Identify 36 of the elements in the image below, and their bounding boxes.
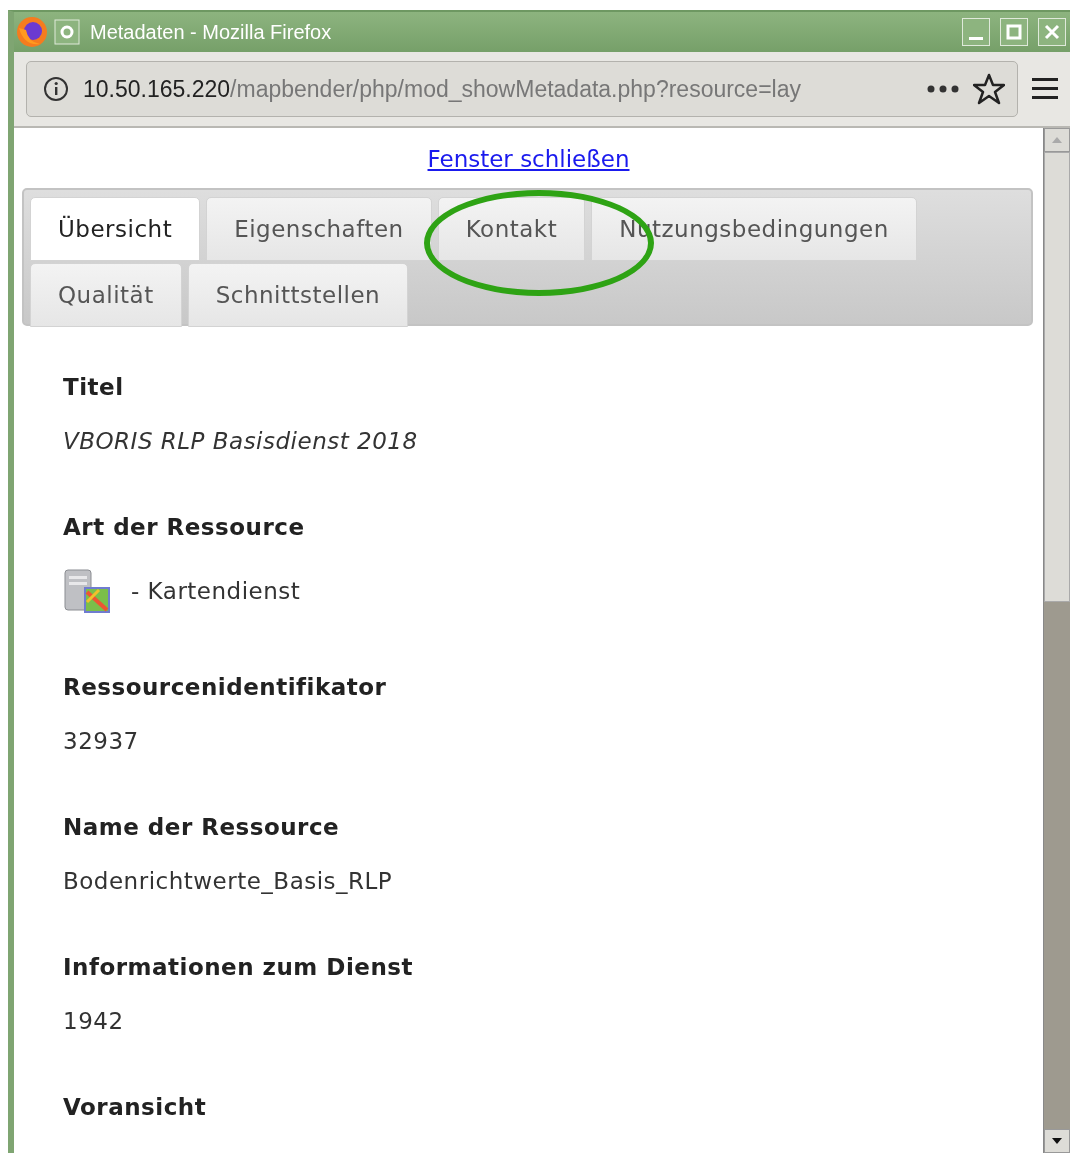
- section-heading: Voransicht: [63, 1094, 208, 1120]
- section-value: Bodenrichtwerte_Basis_RLP: [63, 868, 394, 894]
- window-title: Metadaten - Mozilla Firefox: [90, 20, 333, 44]
- scroll-down-icon[interactable]: [1051, 1137, 1063, 1145]
- map-server-icon: [63, 568, 111, 614]
- tab[interactable]: Übersicht: [30, 197, 201, 261]
- tab[interactable]: Schnittstellen: [187, 263, 409, 327]
- address-bar[interactable]: 10.50.165.220/mapbender/php/mod_showMetadata.php?resource=lay: [26, 61, 1018, 117]
- close-button[interactable]: [1038, 18, 1066, 46]
- section-value: - Kartendienst: [131, 578, 301, 604]
- section-heading: Art der Ressource: [63, 514, 306, 540]
- tab[interactable]: Kontakt: [437, 197, 586, 261]
- minimize-icon: [969, 36, 983, 40]
- section-heading: Informationen zum Dienst: [63, 954, 414, 980]
- section-value: 1942: [63, 1008, 125, 1034]
- section-value: 32937: [63, 728, 140, 754]
- tab[interactable]: Eigenschaften: [206, 197, 432, 261]
- maximize-button[interactable]: [1000, 18, 1028, 46]
- star-icon[interactable]: [973, 73, 1005, 105]
- section-heading: Titel: [63, 374, 125, 400]
- scrollbar[interactable]: [1043, 128, 1070, 1153]
- menu-icon[interactable]: [1032, 77, 1058, 101]
- section-heading: Ressourcenidentifikator: [63, 674, 388, 700]
- minimize-button[interactable]: [962, 18, 990, 46]
- info-icon[interactable]: [43, 76, 69, 102]
- scroll-up-icon[interactable]: [1051, 136, 1063, 144]
- more-icon[interactable]: [927, 85, 959, 93]
- firefox-icon: [16, 16, 48, 48]
- url-text: 10.50.165.220/mapbender/php/mod_showMetadata.php?resource=lay: [83, 75, 802, 103]
- maximize-icon: [1006, 24, 1022, 40]
- section-value: VBORIS RLP Basisdienst 2018: [63, 428, 419, 454]
- section-heading: Name der Ressource: [63, 814, 341, 840]
- tab[interactable]: Qualität: [30, 263, 182, 327]
- close-window-link[interactable]: Fenster schließen: [427, 146, 630, 172]
- window-menu-icon[interactable]: [54, 19, 80, 45]
- close-icon: [1044, 24, 1060, 40]
